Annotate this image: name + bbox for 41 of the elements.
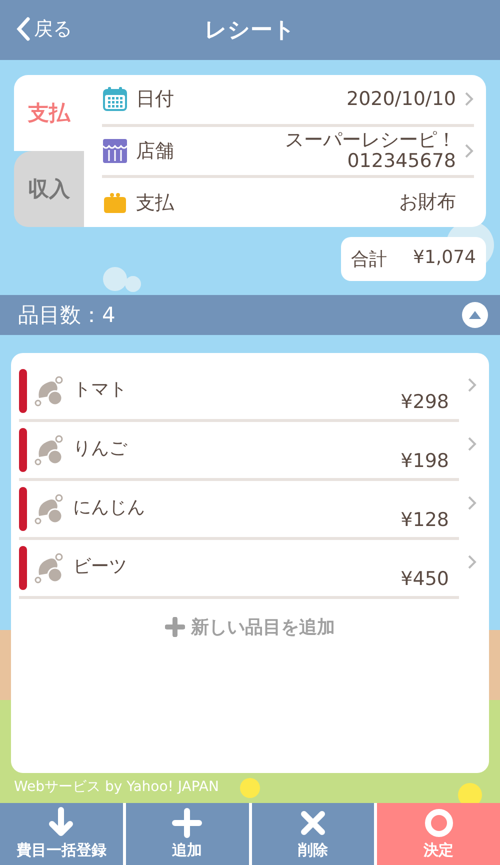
plus-icon bbox=[165, 617, 185, 637]
item-row[interactable]: りんご ¥198 bbox=[19, 422, 459, 481]
field-value[interactable]: お財布 bbox=[399, 192, 456, 214]
field-label: 日付 bbox=[136, 87, 174, 112]
flower-drawing bbox=[240, 778, 260, 798]
item-name: トマト bbox=[73, 378, 127, 401]
item-name: にんじん bbox=[73, 496, 145, 519]
back-chevron-icon bbox=[16, 17, 30, 41]
item-row[interactable]: ビーツ ¥450 bbox=[19, 540, 459, 599]
category-marker bbox=[19, 546, 27, 590]
item-price: ¥450 bbox=[400, 568, 449, 590]
screen-title: レシート bbox=[204, 17, 296, 45]
items-count: 品目数：4 bbox=[18, 302, 116, 329]
item-name: ビーツ bbox=[73, 555, 127, 578]
purse-icon bbox=[102, 192, 128, 214]
credit-text: Webサービス by Yahoo! JAPAN bbox=[14, 778, 219, 796]
caret-icon bbox=[468, 310, 482, 320]
chevron-icon bbox=[467, 436, 477, 452]
item-row[interactable]: トマト ¥298 bbox=[19, 363, 459, 422]
category-marker bbox=[19, 369, 27, 413]
field-label: 支払 bbox=[136, 190, 174, 216]
field-value[interactable]: スーパーレシーピ！ bbox=[285, 130, 456, 151]
item-price: ¥298 bbox=[400, 391, 449, 413]
field-label: 店舗 bbox=[136, 139, 174, 164]
total-value: ¥1,074 bbox=[413, 247, 476, 270]
item-price: ¥128 bbox=[400, 509, 449, 531]
item-name: りんご bbox=[73, 437, 127, 460]
chevron-icon bbox=[467, 554, 477, 570]
category-marker bbox=[19, 428, 27, 472]
category-marker bbox=[19, 487, 27, 531]
cloud-drawing bbox=[103, 267, 141, 292]
item-row[interactable]: にんじん ¥128 bbox=[19, 481, 459, 540]
field-value[interactable]: 012345678 bbox=[347, 151, 456, 172]
collapse-button[interactable] bbox=[462, 302, 488, 328]
chevron-icon bbox=[467, 377, 477, 393]
calendar-icon bbox=[102, 86, 128, 112]
total-label: 合計 bbox=[351, 248, 388, 271]
field-value[interactable]: 2020/10/10 bbox=[346, 88, 456, 110]
chevron-icon bbox=[467, 495, 477, 511]
shop-icon bbox=[102, 138, 128, 164]
item-price: ¥198 bbox=[400, 450, 449, 472]
